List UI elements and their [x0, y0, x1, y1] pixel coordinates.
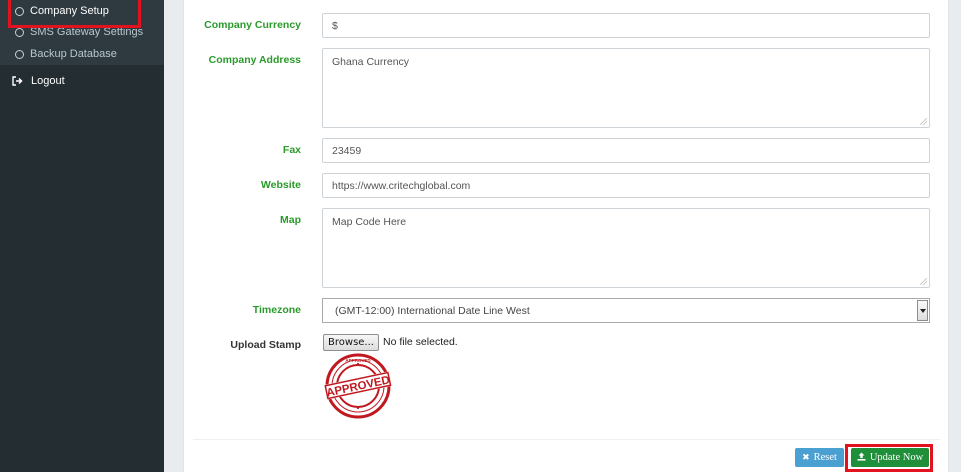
reset-button[interactable]: ✖ Reset: [795, 448, 844, 467]
fax-input[interactable]: 23459: [322, 138, 930, 163]
fax-label: Fax: [282, 144, 301, 156]
upload-stamp-label: Upload Stamp: [230, 339, 301, 351]
sidebar-item-sms-gateway-settings[interactable]: SMS Gateway Settings: [15, 24, 143, 40]
timezone-selected-value: (GMT-12:00) International Date Line West: [335, 304, 530, 317]
sidebar-item-logout[interactable]: Logout: [12, 73, 65, 89]
company-address-value: Ghana Currency: [332, 56, 410, 68]
resize-grip-icon[interactable]: [920, 118, 927, 125]
circle-outline-icon: [15, 6, 24, 16]
approved-stamp-image: APPROVED APPROVED: [324, 353, 392, 419]
company-address-textarea[interactable]: Ghana Currency: [322, 48, 930, 128]
timezone-label: Timezone: [252, 304, 301, 316]
website-input[interactable]: https://www.critechglobal.com: [322, 173, 930, 198]
timezone-select[interactable]: (GMT-12:00) International Date Line West: [322, 298, 930, 323]
sign-out-icon: [12, 76, 24, 86]
company-address-label: Company Address: [208, 54, 301, 66]
resize-grip-icon[interactable]: [920, 278, 927, 285]
sidebar-item-company-setup[interactable]: Company Setup: [15, 3, 109, 19]
sidebar-item-label: Company Setup: [30, 5, 109, 17]
footer-divider: [193, 439, 940, 440]
settings-submenu: Company Setup SMS Gateway Settings Backu…: [0, 0, 164, 65]
website-label: Website: [260, 179, 301, 191]
sidebar-item-label: Backup Database: [30, 48, 117, 60]
company-currency-input[interactable]: $: [322, 13, 930, 38]
stamp-ring-text: APPROVED: [345, 358, 371, 363]
chevron-down-icon[interactable]: [917, 300, 928, 321]
company-currency-label: Company Currency: [204, 19, 301, 31]
browse-button[interactable]: Browse...: [323, 334, 379, 351]
sidebar-item-backup-database[interactable]: Backup Database: [15, 46, 117, 62]
reset-label: Reset: [813, 452, 837, 463]
map-value: Map Code Here: [332, 216, 407, 228]
close-icon: ✖: [802, 452, 810, 463]
upload-icon: [857, 452, 866, 464]
no-file-selected-text: No file selected.: [383, 336, 458, 348]
circle-outline-icon: [15, 27, 24, 37]
update-now-label: Update Now: [869, 452, 924, 463]
sidebar: Company Setup SMS Gateway Settings Backu…: [0, 0, 164, 472]
map-label: Map: [280, 214, 301, 226]
sidebar-item-label: SMS Gateway Settings: [30, 26, 144, 38]
logout-label: Logout: [31, 75, 65, 87]
map-textarea[interactable]: Map Code Here: [322, 208, 930, 288]
circle-outline-icon: [15, 49, 24, 59]
update-now-button[interactable]: Update Now: [851, 448, 929, 467]
